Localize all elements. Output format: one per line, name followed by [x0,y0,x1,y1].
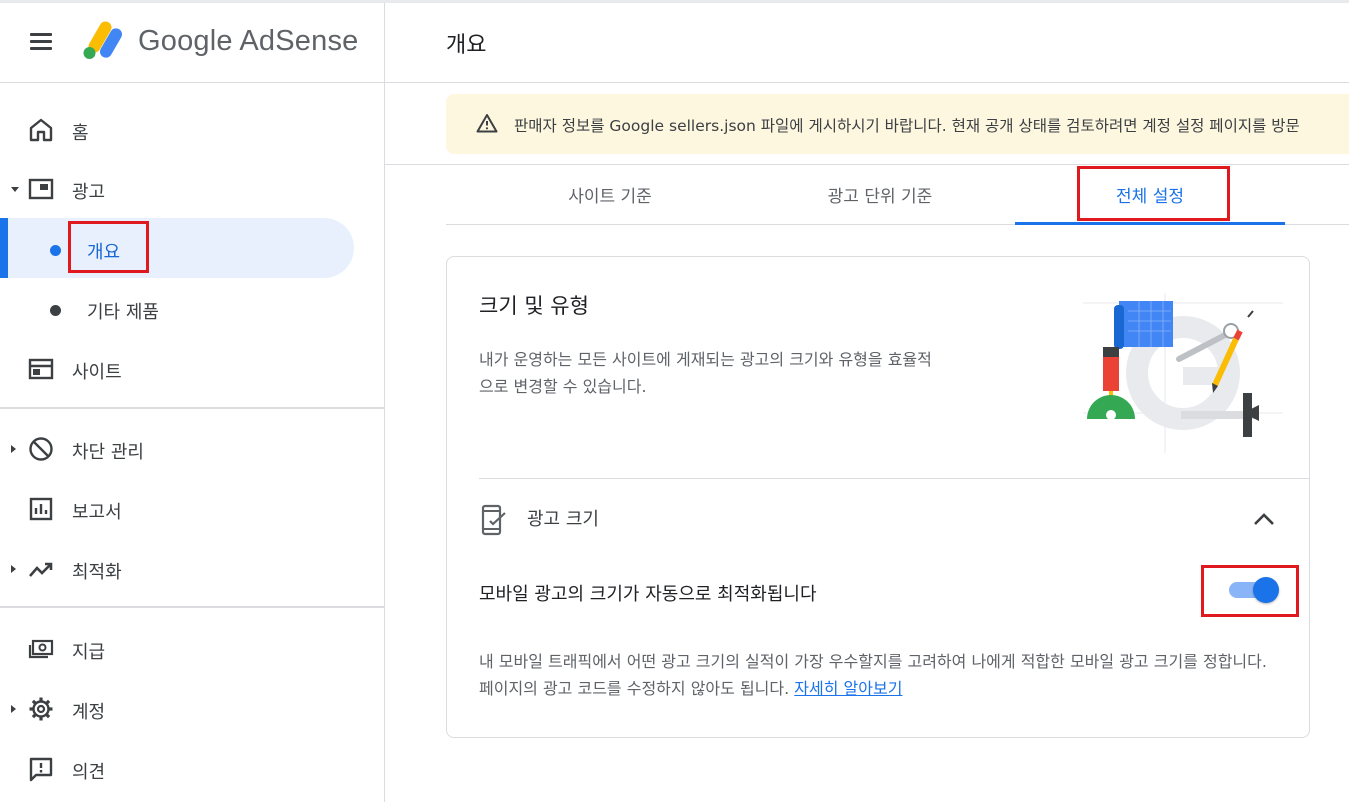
banner-message: 판매자 정보를 Google sellers.json 파일에 게시하시기 바랍… [514,117,1300,135]
adsense-logo-icon[interactable] [82,21,126,61]
page-title: 개요 [446,33,487,58]
tab-by-site[interactable]: 사이트 기준 [520,165,700,224]
card-divider [479,478,1310,479]
sites-icon [28,358,54,380]
auto-size-description: 내 모바일 트래픽에서 어떤 광고 크기의 실적이 가장 우수할지를 고려하여 … [479,648,1279,702]
sidebar-item-label: 의견 [72,762,106,783]
sidebar-item-label: 차단 관리 [72,442,144,463]
bullet-dot [50,245,61,256]
sidebar: Google AdSense 홈 광고 개요 기타 제품 사이트 차단 관리 보… [0,3,385,802]
caret-down-icon[interactable] [11,187,19,192]
sidebar-item-overview[interactable]: 개요 [0,218,384,278]
header-divider [385,82,1349,83]
design-tools-illustration [1083,293,1283,453]
sidebar-divider [0,407,384,409]
auto-size-toggle[interactable] [1229,575,1281,605]
tab-by-ad-unit[interactable]: 광고 단위 기준 [770,165,990,224]
payments-icon [28,639,54,659]
sidebar-item-ads[interactable]: 광고 [0,158,384,218]
brand-header: Google AdSense [0,3,384,83]
section-title: 광고 크기 [527,509,599,530]
sidebar-item-feedback[interactable]: 의견 [0,738,384,798]
hamburger-menu-icon[interactable] [28,30,56,54]
block-icon [29,437,53,461]
sidebar-item-blocking[interactable]: 차단 관리 [0,418,384,478]
sidebar-item-label: 계정 [72,702,106,723]
mobile-check-icon [481,504,506,536]
auto-size-option-label: 모바일 광고의 크기가 자동으로 최적화됩니다 [479,584,817,605]
sidebar-item-payments[interactable]: 지급 [0,618,384,678]
gear-icon [29,697,53,721]
caret-right-icon[interactable] [11,445,16,453]
sidebar-item-label: 사이트 [72,362,122,383]
home-icon [29,118,53,142]
reports-icon [29,497,53,521]
toggle-knob [1253,577,1279,603]
sidebar-divider [0,606,384,608]
trending-icon [29,562,53,577]
feedback-icon [29,757,53,782]
size-and-type-card: 크기 및 유형 내가 운영하는 모든 사이트에 게재되는 광고의 크기와 유형을… [446,256,1310,738]
sidebar-item-sites[interactable]: 사이트 [0,338,384,398]
sidebar-item-label: 최적화 [72,562,122,583]
sidebar-item-home[interactable]: 홈 [0,99,384,159]
active-tab-indicator [1015,222,1285,225]
brand-name[interactable]: Google AdSense [138,25,358,58]
caret-right-icon[interactable] [11,565,16,573]
sidebar-item-label: 보고서 [72,502,122,523]
sidebar-item-reports[interactable]: 보고서 [0,478,384,538]
caret-right-icon[interactable] [11,705,16,713]
sidebar-item-optimization[interactable]: 최적화 [0,538,384,598]
chevron-up-icon[interactable] [1251,509,1277,529]
card-title: 크기 및 유형 [479,294,589,318]
sidebar-item-label: 지급 [72,642,106,663]
sidebar-item-label: 광고 [72,182,106,203]
sidebar-item-label: 홈 [72,123,89,144]
tab-global-settings[interactable]: 전체 설정 [1015,165,1285,224]
bullet-dot [50,305,61,316]
sellers-json-banner: 판매자 정보를 Google sellers.json 파일에 게시하시기 바랍… [446,94,1349,154]
sidebar-item-other-products[interactable]: 기타 제품 [0,278,384,338]
sidebar-item-account[interactable]: 계정 [0,678,384,738]
sidebar-item-label: 기타 제품 [87,302,159,323]
learn-more-link[interactable]: 자세히 알아보기 [794,679,902,698]
sidebar-item-label: 개요 [87,242,121,263]
warning-icon [476,114,498,133]
card-description: 내가 운영하는 모든 사이트에 게재되는 광고의 크기와 유형을 효율적으로 변… [479,350,932,396]
ads-icon [28,178,54,200]
